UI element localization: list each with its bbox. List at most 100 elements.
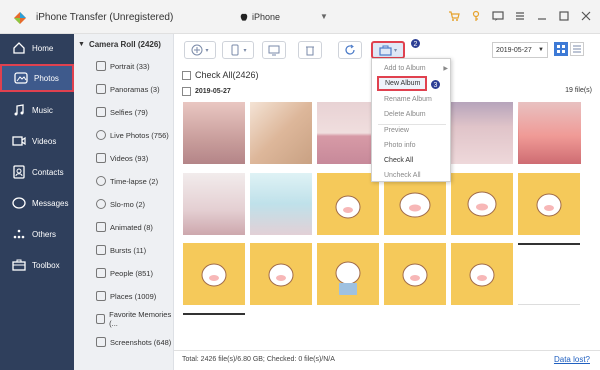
- menu-item-label: Uncheck All: [384, 172, 421, 179]
- photo-thumbnail[interactable]: [451, 173, 513, 235]
- album-item[interactable]: Time-lapse (2): [74, 173, 174, 189]
- album-item[interactable]: Live Photos (756): [74, 127, 174, 143]
- check-all-checkbox[interactable]: [182, 70, 191, 80]
- album-label: Favorite Memories (...: [109, 310, 172, 328]
- animated-icon: [96, 222, 106, 232]
- album-item[interactable]: Places (1009): [74, 288, 174, 304]
- menu-item-preview[interactable]: Preview: [372, 123, 452, 138]
- sidebar-item-music[interactable]: Music: [0, 96, 74, 124]
- plus-icon: [191, 44, 203, 56]
- photo-thumbnail[interactable]: [317, 243, 379, 305]
- photo-thumbnail[interactable]: [518, 243, 580, 305]
- list-icon: [573, 45, 581, 53]
- export-pc-button[interactable]: [262, 41, 286, 59]
- photo-thumbnail[interactable]: [183, 102, 245, 164]
- export-device-button[interactable]: ▾: [222, 41, 254, 59]
- list-view-button[interactable]: [570, 42, 584, 56]
- photo-thumbnail[interactable]: [317, 102, 379, 164]
- sidebar-item-toolbox[interactable]: Toolbox: [0, 251, 74, 279]
- album-label: Animated (8): [110, 222, 153, 232]
- portrait-icon: [96, 61, 106, 71]
- pig-illustration: [201, 263, 227, 287]
- chevron-down-icon: ▾: [243, 47, 247, 54]
- menu-icon[interactable]: [514, 10, 526, 22]
- caret-down-icon: ▼: [78, 40, 85, 48]
- photo-thumbnail[interactable]: [183, 313, 245, 350]
- sidebar-item-photos[interactable]: Photos: [0, 64, 74, 92]
- device-selector[interactable]: iPhone: [240, 12, 280, 22]
- sidebar-item-messages[interactable]: Messages: [0, 189, 74, 217]
- feedback-icon[interactable]: [492, 10, 504, 22]
- menu-item-label: New Album: [385, 80, 421, 87]
- date-filter-select[interactable]: 2019-05-27 ▼: [492, 42, 548, 58]
- menu-item-add-to-album[interactable]: Add to Album ▶: [372, 61, 452, 76]
- sidebar-item-contacts[interactable]: Contacts: [0, 158, 74, 186]
- sidebar-item-home[interactable]: Home: [0, 34, 74, 62]
- others-icon: [13, 229, 25, 239]
- menu-item-rename-album[interactable]: Rename Album: [372, 92, 452, 107]
- photo-thumbnail[interactable]: [451, 243, 513, 305]
- album-item[interactable]: Panoramas (3): [74, 81, 174, 97]
- album-item[interactable]: Videos (93): [74, 150, 174, 166]
- timelapse-icon: [96, 176, 106, 186]
- delete-button[interactable]: [298, 41, 322, 59]
- data-lost-link[interactable]: Data lost?: [554, 355, 590, 364]
- menu-item-label: Check All: [384, 157, 414, 164]
- photo-thumbnail[interactable]: [317, 173, 379, 235]
- step-badge: 2: [410, 38, 421, 49]
- album-item[interactable]: Slo-mo (2): [74, 196, 174, 212]
- cart-icon[interactable]: [448, 10, 460, 22]
- album-header[interactable]: ▼ Camera Roll (2426): [74, 34, 174, 54]
- album-list: ▼ Camera Roll (2426) Portrait (33) Panor…: [74, 34, 174, 370]
- photo-thumbnail[interactable]: [384, 243, 446, 305]
- album-item[interactable]: People (851): [74, 265, 174, 281]
- check-all-label: Check All(2426): [195, 70, 259, 80]
- photo-thumbnail[interactable]: [183, 243, 245, 305]
- menu-item-label: Photo info: [384, 142, 416, 149]
- sidebar-item-videos[interactable]: Videos: [0, 127, 74, 155]
- photo-thumbnail[interactable]: [518, 173, 580, 235]
- menu-item-uncheck-all[interactable]: Uncheck All: [372, 168, 452, 183]
- photo-thumbnail[interactable]: [519, 102, 581, 164]
- app-title: iPhone Transfer (Unregistered): [36, 12, 174, 23]
- close-icon[interactable]: [580, 10, 592, 22]
- menu-item-photo-info[interactable]: Photo info: [372, 138, 452, 153]
- photo-thumbnail[interactable]: [183, 173, 245, 235]
- sidebar-item-label: Videos: [32, 136, 57, 146]
- add-button[interactable]: ▾: [184, 41, 216, 59]
- refresh-button[interactable]: [338, 41, 362, 59]
- album-item[interactable]: Favorite Memories (...: [74, 310, 174, 328]
- toolbox-dropdown-button[interactable]: ▾: [371, 41, 405, 59]
- date-group-checkbox[interactable]: [182, 87, 191, 96]
- menu-item-new-album[interactable]: New Album: [377, 76, 427, 91]
- date-filter-value: 2019-05-27: [496, 46, 532, 54]
- album-item[interactable]: Selfies (79): [74, 104, 174, 120]
- album-item[interactable]: Screenshots (648): [74, 334, 174, 350]
- album-label: Slo-mo (2): [110, 199, 146, 209]
- photo-thumbnail[interactable]: [451, 102, 513, 164]
- album-item[interactable]: Animated (8): [74, 219, 174, 235]
- videos-icon: [12, 136, 26, 146]
- album-item[interactable]: Portrait (33): [74, 58, 174, 74]
- check-all[interactable]: Check All(2426): [182, 70, 259, 80]
- sidebar-item-others[interactable]: Others: [0, 220, 74, 248]
- grid-view-button[interactable]: [554, 42, 568, 56]
- device-name: iPhone: [252, 12, 281, 22]
- places-icon: [96, 291, 106, 301]
- minimize-icon[interactable]: [536, 10, 548, 22]
- sidebar-item-label: Others: [32, 229, 57, 239]
- photo-thumbnail[interactable]: [250, 173, 312, 235]
- menu-item-delete-album[interactable]: Delete Album: [372, 107, 452, 122]
- album-dropdown-menu: Add to Album ▶ New Album 3 Rename Album …: [371, 58, 451, 182]
- photo-thumbnail[interactable]: [250, 243, 312, 305]
- bursts-icon: [96, 245, 106, 255]
- album-label: Bursts (11): [110, 245, 147, 255]
- key-icon[interactable]: [470, 10, 482, 22]
- album-label: Selfies (79): [110, 107, 148, 117]
- photo-thumbnail[interactable]: [250, 102, 312, 164]
- menu-item-check-all[interactable]: Check All: [372, 153, 452, 168]
- chevron-down-icon[interactable]: ▼: [320, 12, 328, 21]
- album-label: Live Photos (756): [110, 130, 169, 140]
- album-item[interactable]: Bursts (11): [74, 242, 174, 258]
- maximize-icon[interactable]: [558, 10, 570, 22]
